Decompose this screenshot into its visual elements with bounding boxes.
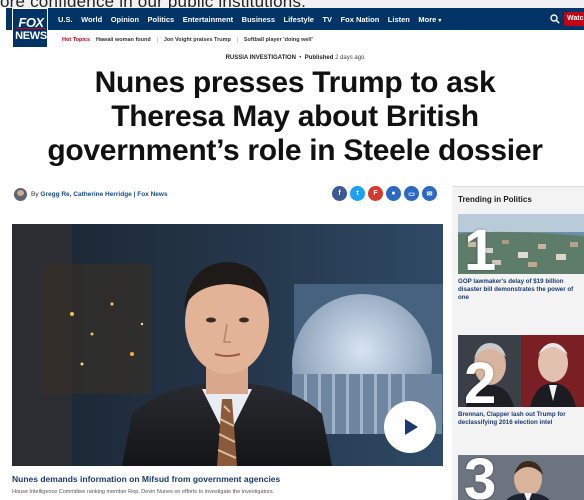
logo-line-2: NEWS (15, 30, 47, 42)
play-icon (405, 419, 418, 435)
author-avatar (14, 188, 27, 201)
nav-item-tv[interactable]: TV (322, 15, 332, 24)
video-player[interactable] (12, 224, 443, 466)
nav-item-opinion[interactable]: Opinion (111, 15, 139, 24)
trending-rank: 1 (464, 218, 497, 275)
hot-topic-link[interactable]: Softball player 'doing well' (236, 37, 319, 43)
nav-item-business[interactable]: Business (242, 15, 275, 24)
watch-button[interactable]: Watch (564, 12, 584, 26)
trending-thumbnail: 3 (458, 455, 584, 500)
published-time: 2 days ago (335, 55, 365, 61)
trending-heading: Trending in Politics (458, 195, 532, 204)
nav-menu: U.S. World Opinion Politics Entertainmen… (58, 8, 450, 30)
trending-sidebar: Trending in Politics 1 GOP lawmaker's de… (452, 186, 584, 500)
trending-rank: 3 (464, 455, 497, 500)
nav-item-entertainment[interactable]: Entertainment (183, 15, 233, 24)
email-icon[interactable]: ✉ (422, 186, 437, 201)
category-label[interactable]: RUSSIA INVESTIGATION (226, 55, 296, 61)
nav-item-lifestyle[interactable]: Lifestyle (284, 15, 314, 24)
hot-topic-link[interactable]: Jon Voight praises Trump (156, 37, 237, 43)
comments-icon[interactable]: ● (386, 186, 401, 201)
hot-topic-link[interactable]: Hawaii woman found (96, 37, 157, 43)
outlet-name: | Fox News (133, 191, 168, 198)
twitter-icon[interactable]: t (350, 186, 365, 201)
share-bar: f t F ● ▭ ✉ (332, 186, 440, 201)
top-nav: U.S. World Opinion Politics Entertainmen… (6, 8, 584, 30)
video-description: House Intelligence Committee ranking mem… (12, 489, 275, 495)
print-icon[interactable]: ▭ (404, 186, 419, 201)
nav-item-listen[interactable]: Listen (388, 15, 410, 24)
logo-divider (16, 28, 46, 29)
trending-title[interactable]: GOP lawmaker's delay of $19 billion disa… (458, 278, 584, 302)
nav-item-more[interactable]: More ▾ (418, 15, 441, 24)
byline: By Gregg Re, Catherine Herridge | Fox Ne… (31, 191, 168, 198)
nav-item-us[interactable]: U.S. (58, 15, 73, 24)
trending-thumbnail: 2 (458, 335, 584, 407)
nav-item-politics[interactable]: Politics (148, 15, 175, 24)
published-label: Published (304, 55, 334, 61)
background-text: ore confidence in our public institution… (0, 0, 306, 8)
search-icon[interactable] (550, 14, 560, 24)
trending-title[interactable]: Brennan, Clapper lash out Trump for decl… (458, 411, 584, 427)
nav-item-fox-nation[interactable]: Fox Nation (341, 15, 380, 24)
facebook-icon[interactable]: f (332, 186, 347, 201)
article-eyebrow: RUSSIA INVESTIGATION • Published 2 days … (6, 55, 584, 61)
nav-item-world[interactable]: World (81, 15, 102, 24)
hot-topics-label: Hot Topics (62, 37, 91, 43)
article-headline: Nunes presses Trump to ask Theresa May a… (47, 66, 543, 167)
author-names[interactable]: Gregg Re, Catherine Herridge (40, 191, 131, 198)
flipboard-icon[interactable]: F (368, 186, 383, 201)
article-page: U.S. World Opinion Politics Entertainmen… (6, 8, 584, 500)
trending-rank: 2 (464, 351, 497, 408)
background-page-strip: ore confidence in our public institution… (0, 0, 584, 8)
video-still (12, 224, 443, 466)
fox-news-logo[interactable]: FOX NEWS (12, 8, 48, 48)
video-title-link[interactable]: Nunes demands information on Mifsud from… (12, 474, 280, 484)
trending-item[interactable]: 2 Brennan, Clapper lash out Trump for de… (458, 335, 584, 427)
trending-thumbnail: 1 (458, 214, 584, 274)
hot-topics-bar: Hot Topics Hawaii woman found Jon Voight… (62, 34, 319, 46)
play-button[interactable] (384, 401, 436, 453)
chevron-down-icon: ▾ (438, 17, 442, 24)
trending-item[interactable]: 1 GOP lawmaker's delay of $19 billion di… (458, 214, 584, 302)
nav-item-more-label: More (418, 14, 437, 24)
eyebrow-separator: • (299, 55, 302, 61)
byline-prefix: By (31, 191, 39, 198)
trending-item[interactable]: 3 (458, 455, 584, 500)
